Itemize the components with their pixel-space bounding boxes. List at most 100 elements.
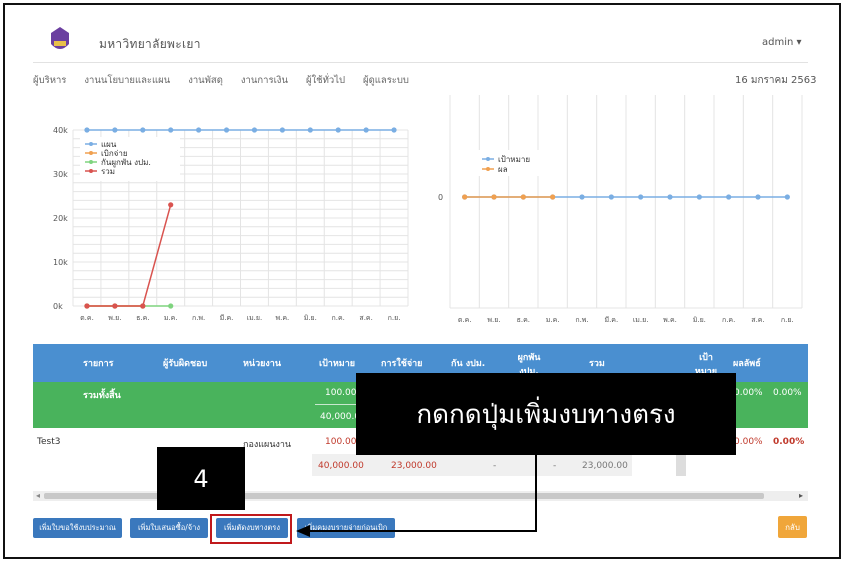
- add-budget-request-button[interactable]: เพิ่มใบขอใช้งบประมาณ: [33, 518, 122, 538]
- data-point: [223, 127, 230, 133]
- data-point: [84, 303, 90, 309]
- x-tick-label: ต.ค.: [458, 316, 472, 324]
- col-result: ผลลัพธ์: [733, 359, 761, 369]
- row-target: 100.00: [325, 437, 357, 447]
- legend-label: เบิกจ่าย: [101, 149, 128, 158]
- data-point: [168, 127, 174, 133]
- legend-label: แผน: [101, 140, 117, 149]
- legend-marker: [89, 142, 93, 146]
- data-point: [638, 194, 644, 200]
- data-point: [696, 194, 702, 200]
- x-tick-label: พ.ค.: [276, 314, 290, 322]
- x-tick-label: พ.ค.: [663, 316, 677, 324]
- x-tick-label: ม.ค.: [164, 314, 178, 322]
- data-point: [784, 194, 790, 200]
- x-tick-label: ส.ค.: [359, 314, 372, 322]
- x-tick-label: ก.ค.: [332, 314, 345, 322]
- x-tick-label: ก.พ.: [192, 314, 205, 322]
- add-purchase-request-button[interactable]: เพิ่มใบเสนอซื้อ/จ้าง: [130, 518, 208, 538]
- row-pct-goal: 0.00%: [734, 437, 763, 447]
- y-tick-label: 0: [438, 193, 443, 202]
- col-spending: การใช้จ่าย: [381, 359, 423, 369]
- highlight-box: [210, 514, 292, 544]
- data-point: [667, 194, 673, 200]
- row-budget: 40,000.00: [318, 461, 364, 471]
- x-tick-label: ก.ย.: [388, 314, 401, 322]
- nav-policy-planning[interactable]: งานนโยบายและแผน: [84, 73, 170, 88]
- arrow-line-vertical: [535, 455, 537, 531]
- row-goal-cell: [676, 454, 686, 476]
- col-item: รายการ: [83, 359, 114, 369]
- data-point: [726, 194, 732, 200]
- step-number-badge: 4: [157, 447, 245, 510]
- col-unit: หน่วยงาน: [243, 359, 282, 369]
- data-point: [608, 194, 614, 200]
- row-commit: -: [553, 461, 557, 471]
- main-nav: ผู้บริหาร งานนโยบายและแผน งานพัสดุ งานกา…: [33, 73, 427, 88]
- nav-procurement[interactable]: งานพัสดุ: [188, 73, 223, 88]
- legend-label: รวม: [101, 167, 115, 176]
- nav-finance[interactable]: งานการเงิน: [241, 73, 288, 88]
- col-reserve: กัน งปม.: [451, 359, 486, 369]
- row-sum: 23,000.00: [582, 461, 628, 471]
- data-point: [279, 127, 285, 133]
- data-point: [168, 202, 174, 208]
- legend-marker: [486, 167, 490, 171]
- x-tick-label: ธ.ค.: [136, 314, 149, 322]
- x-tick-label: ก.ค.: [722, 316, 735, 324]
- total-target: 100.00: [325, 388, 357, 398]
- x-tick-label: พ.ย.: [108, 314, 121, 322]
- total-label: รวมทั้งสิ้น: [83, 391, 121, 401]
- university-name: มหาวิทยาลัยพะเยา: [99, 37, 201, 51]
- scroll-left-icon[interactable]: ◂: [36, 491, 40, 500]
- data-point: [140, 127, 146, 133]
- arrow-line-horizontal: [305, 530, 537, 532]
- col-sum: รวม: [589, 359, 605, 369]
- row-reserve: -: [493, 461, 497, 471]
- data-point: [307, 127, 313, 133]
- data-point: [462, 194, 468, 200]
- y-tick-label: 10k: [53, 258, 68, 267]
- header-divider: [33, 62, 808, 63]
- data-point: [112, 127, 118, 133]
- x-tick-label: มิ.ย.: [304, 314, 317, 322]
- scroll-right-icon[interactable]: ▸: [799, 491, 803, 500]
- add-precheck-budget-button[interactable]: เพิ่มคุมงบรายจ่ายก่อนเบิก: [297, 518, 395, 538]
- budget-line-chart: 0k 10k 20k 30k 40k ต.ค. พ.ย. ธ.ค. ม.ค. ก.พ. มี.ค. เ…: [53, 126, 409, 322]
- legend-marker: [486, 157, 490, 161]
- x-tick-label: ม.ค.: [546, 316, 560, 324]
- data-point: [363, 127, 369, 133]
- col-responsible: ผู้รับผิดชอบ: [163, 359, 208, 369]
- data-point: [112, 303, 118, 309]
- admin-menu[interactable]: admin ▾: [762, 37, 802, 48]
- legend-label: ผล: [498, 165, 508, 174]
- x-tick-label: เม.ย.: [633, 316, 649, 324]
- target-line-chart: 0 ต.ค. พ.ย. ธ.ค. ม.ค. ก.พ. มี.ค. เม.ย. พ.ค. มิ.ย.…: [438, 95, 803, 324]
- legend-marker: [89, 160, 93, 164]
- total-pct-result: 0.00%: [773, 388, 802, 398]
- data-point: [251, 127, 258, 133]
- nav-admin[interactable]: ผู้ดูแลระบบ: [363, 73, 409, 88]
- data-point: [550, 194, 556, 200]
- x-tick-label: มี.ค.: [220, 314, 234, 322]
- legend-marker: [89, 151, 93, 155]
- x-tick-label: ส.ค.: [751, 316, 764, 324]
- x-tick-label: ก.พ.: [575, 316, 588, 324]
- scrollbar-thumb[interactable]: [44, 493, 764, 499]
- data-point: [579, 194, 585, 200]
- data-point: [84, 127, 90, 133]
- y-tick-label: 20k: [53, 214, 68, 223]
- row-pct-result: 0.00%: [773, 437, 805, 447]
- row-name[interactable]: Test3: [37, 437, 60, 447]
- data-point: [140, 303, 146, 309]
- back-button[interactable]: กลับ: [778, 516, 807, 538]
- nav-executive[interactable]: ผู้บริหาร: [33, 73, 66, 88]
- legend-label: เป้าหมาย: [498, 155, 530, 164]
- data-point: [755, 194, 761, 200]
- nav-general-user[interactable]: ผู้ใช้ทั่วไป: [306, 73, 345, 88]
- legend-marker: [89, 169, 93, 173]
- y-tick-label: 0k: [53, 302, 63, 311]
- total-pct-goal: 0.00%: [734, 388, 763, 398]
- col-target: เป้าหมาย: [319, 359, 356, 369]
- data-point: [391, 127, 397, 133]
